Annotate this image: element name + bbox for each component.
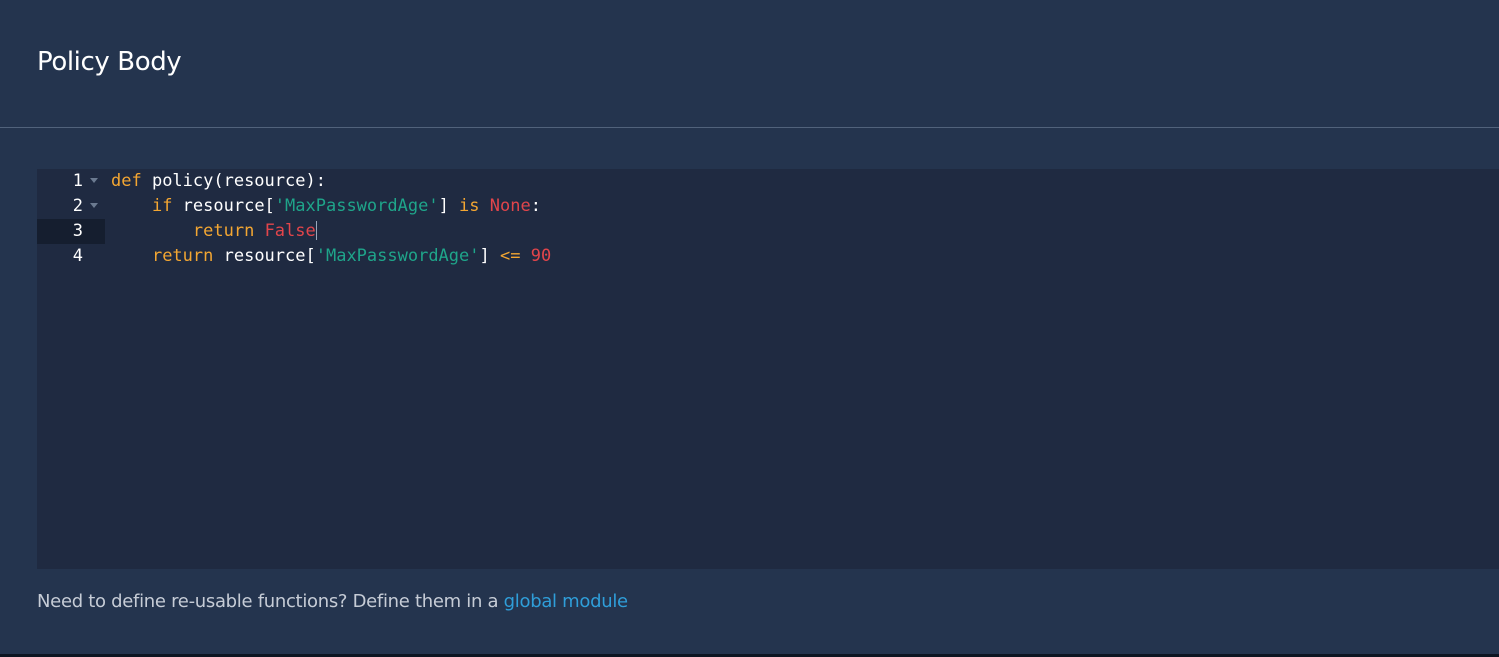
policy-body-panel: Policy Body 1 2 3 4 def policy(resource): i…: [0, 0, 1499, 657]
code-token: ]: [438, 196, 460, 216]
line-number-4: 4: [37, 244, 105, 269]
code-content[interactable]: def policy(resource): if resource['MaxPa…: [111, 169, 1499, 269]
code-editor[interactable]: 1234 def policy(resource): if resource['…: [37, 169, 1499, 569]
code-token: 90: [530, 246, 552, 266]
code-token: is: [459, 196, 480, 216]
line-number-3: 3: [37, 219, 105, 244]
code-token: ]: [479, 246, 500, 266]
code-token: policy(resource):: [141, 171, 326, 191]
line-number-1: 1: [37, 169, 105, 194]
code-token: if: [151, 196, 173, 216]
line-number-label: 3: [72, 221, 83, 241]
global-module-link[interactable]: global module: [504, 591, 628, 612]
text-cursor: [315, 221, 317, 240]
code-token: <=: [499, 246, 521, 266]
line-number-2: 2: [37, 194, 105, 219]
fold-arrow-icon[interactable]: [90, 203, 98, 208]
line-number-label: 4: [72, 246, 83, 266]
code-token: return: [192, 221, 255, 241]
fold-arrow-icon[interactable]: [90, 178, 98, 183]
code-line-2[interactable]: if resource['MaxPasswordAge'] is None:: [111, 194, 1499, 219]
line-number-gutter: 1 2 3 4: [37, 169, 105, 569]
line-number-label: 1: [72, 171, 83, 191]
line-number-label: 2: [72, 196, 83, 216]
code-token: False: [264, 221, 316, 241]
code-line-3[interactable]: return False: [111, 219, 1499, 244]
code-line-1[interactable]: def policy(resource):: [111, 169, 1499, 194]
code-token: None: [489, 196, 531, 216]
hint-text: Need to define re-usable functions? Defi…: [37, 591, 504, 612]
code-token: :: [530, 196, 541, 216]
panel-title: Policy Body: [37, 47, 182, 77]
code-line-4[interactable]: return resource['MaxPasswordAge'] <= 90: [111, 244, 1499, 269]
global-module-hint: Need to define re-usable functions? Defi…: [37, 589, 628, 615]
code-token: def: [111, 171, 142, 191]
code-token: 'MaxPasswordAge': [274, 196, 439, 216]
code-token: resource[: [213, 246, 316, 266]
code-token: resource[: [172, 196, 275, 216]
code-token: return: [151, 246, 214, 266]
panel-header: Policy Body: [0, 0, 1499, 128]
code-token: 'MaxPasswordAge': [315, 246, 480, 266]
